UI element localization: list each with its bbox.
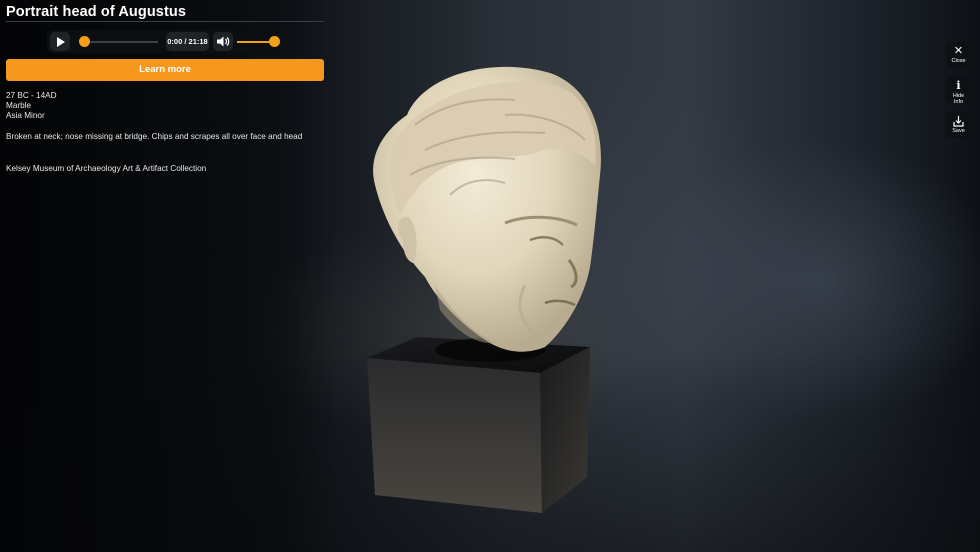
audio-progress-handle[interactable] [79, 36, 90, 47]
hide-info-button[interactable]: i Hide Info [946, 77, 971, 105]
info-icon: i [956, 79, 961, 92]
page-title: Portrait head of Augustus [6, 4, 186, 20]
save-label: Save [952, 128, 965, 134]
audio-time: 0:00 / 21:18 [166, 32, 209, 51]
close-button[interactable]: ✕ Close [946, 42, 971, 68]
close-label: Close [951, 58, 966, 64]
title-divider [6, 21, 324, 22]
artifact-3d-view[interactable] [355, 55, 615, 525]
info-panel-shade [0, 0, 340, 552]
volume-handle[interactable] [269, 36, 280, 47]
save-button[interactable]: Save [946, 112, 971, 138]
artifact-collection: Kelsey Museum of Archaeology Art & Artif… [6, 164, 207, 173]
artifact-condition: Broken at neck; nose missing at bridge. … [6, 132, 303, 141]
volume-track[interactable] [237, 41, 273, 43]
save-icon [946, 114, 971, 128]
hide-info-label: Hide Info [952, 93, 965, 105]
play-icon[interactable] [50, 32, 70, 51]
learn-more-button[interactable]: Learn more [6, 59, 324, 81]
close-icon: ✕ [953, 45, 964, 57]
audio-player: 0:00 / 21:18 [47, 30, 283, 53]
speaker-icon[interactable] [213, 32, 233, 51]
artifact-material: Marble [6, 101, 32, 110]
artifact-origin: Asia Minor [6, 111, 45, 120]
audio-progress-track[interactable] [82, 41, 158, 43]
artifact-date: 27 BC - 14AD [6, 91, 57, 100]
